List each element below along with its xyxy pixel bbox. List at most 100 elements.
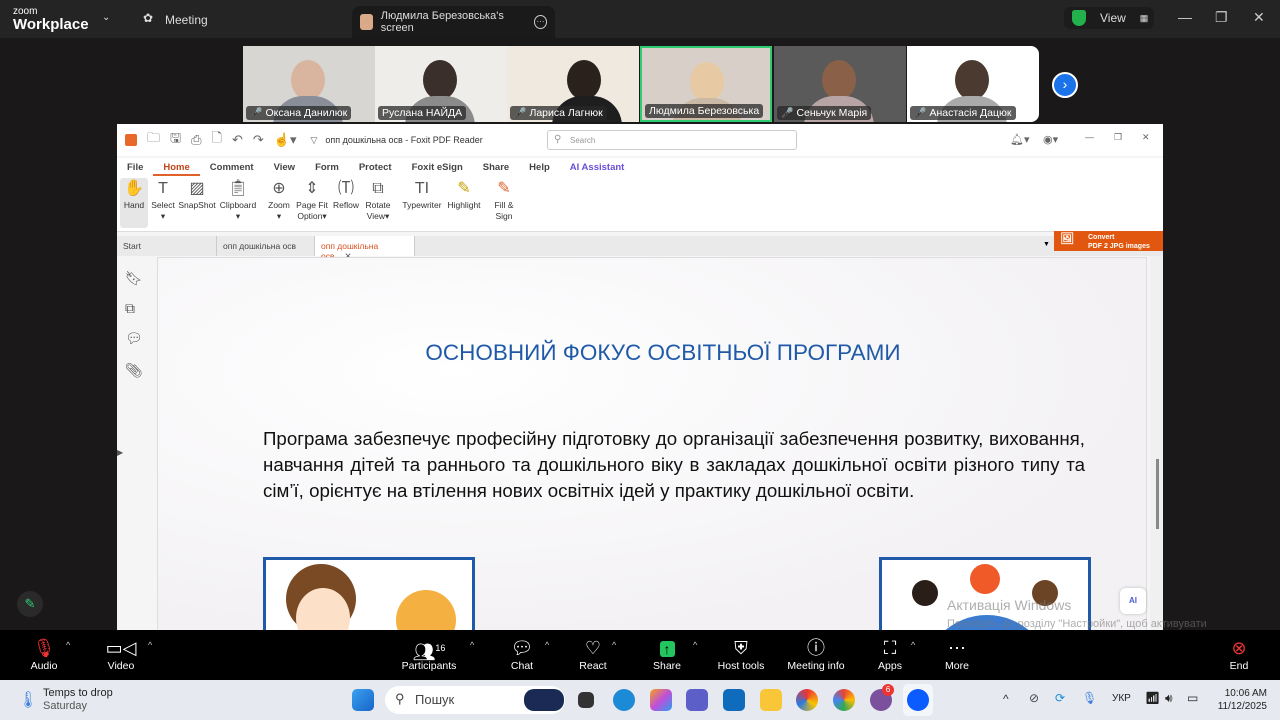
bell-icon[interactable]: 🔔︎▾ <box>1010 133 1030 146</box>
view-button[interactable]: View ▦ <box>1064 7 1154 29</box>
undo-icon[interactable]: ↶ <box>232 132 243 148</box>
audio-button[interactable]: 🎙︎ Audio <box>28 636 60 672</box>
snapshot-button[interactable]: ▨ SnapShot <box>178 178 216 211</box>
menu-file[interactable]: File <box>117 158 153 176</box>
account-icon[interactable]: ◉▾ <box>1043 133 1058 146</box>
save-icon[interactable]: 🖫 <box>170 129 181 151</box>
zoom-button[interactable]: ⊕ Zoom ▾ <box>265 178 293 222</box>
react-caret[interactable]: ^ <box>612 640 616 650</box>
foxit-minimize-button[interactable]: — <box>1085 132 1094 142</box>
annotate-pencil-icon[interactable]: ✎ <box>17 591 43 617</box>
minimize-button[interactable]: — <box>1178 9 1192 25</box>
participant-tile[interactable]: 🎤 Оксана Данилюк <box>243 46 375 122</box>
weather-widget[interactable]: Temps to drop Saturday <box>43 687 113 713</box>
share-caret[interactable]: ^ <box>693 640 697 650</box>
highlight-button[interactable]: ✎ Highlight <box>445 178 483 211</box>
task-view-icon[interactable] <box>578 692 594 708</box>
participant-tile[interactable]: 🎤 Анастасія Дацюк <box>907 46 1039 122</box>
end-meeting-button[interactable]: ⊗ End <box>1225 636 1253 672</box>
pages-icon[interactable]: ⧉ <box>125 300 135 317</box>
file-explorer-icon[interactable] <box>760 689 782 711</box>
apps-button[interactable]: ⛶ Apps <box>876 636 904 672</box>
sync-icon[interactable]: ⟳ <box>1055 691 1065 705</box>
rotate-view-button[interactable]: ⧉ Rotate View▾ <box>363 178 393 222</box>
mic-in-use-icon[interactable]: 🎙︎ <box>1082 691 1097 705</box>
teams-icon[interactable] <box>686 689 708 711</box>
clock[interactable]: 10:06 AM 11/12/2025 <box>1212 687 1267 713</box>
wifi-icon[interactable]: 📶︎ <box>1145 691 1160 705</box>
reflow-button[interactable]: 🄣 Reflow <box>331 178 361 211</box>
participants-caret[interactable]: ^ <box>470 640 474 650</box>
language-indicator[interactable]: УКР <box>1112 693 1131 704</box>
audio-options-caret[interactable]: ^ <box>66 640 70 650</box>
chat-caret[interactable]: ^ <box>545 640 549 650</box>
page-fit-option-button[interactable]: ⇕ Page Fit Option▾ <box>295 178 329 222</box>
menu-help[interactable]: Help <box>519 158 560 176</box>
participant-tile-active-speaker[interactable]: Людмила Березовська <box>640 46 772 122</box>
close-button[interactable]: ✕ <box>1253 9 1265 26</box>
attachment-icon[interactable]: 📎︎ <box>125 362 143 379</box>
menu-home[interactable]: Home <box>153 158 200 176</box>
menu-form[interactable]: Form <box>305 158 349 176</box>
react-button[interactable]: ♡ React <box>577 636 609 672</box>
search-highlight-icon[interactable] <box>524 689 564 711</box>
fill-sign-button[interactable]: ✎ Fill & Sign <box>489 178 519 222</box>
hand-tool-icon[interactable]: ☝▾ <box>274 132 297 148</box>
scrollbar-thumb[interactable] <box>1156 459 1159 529</box>
clipboard-button[interactable]: 📋︎ Clipboard ▾ <box>218 178 258 222</box>
dropdown-icon[interactable]: ▼ <box>1043 241 1050 248</box>
outlook-icon[interactable] <box>723 689 745 711</box>
more-button[interactable]: ⋯ More <box>942 636 972 672</box>
comments-icon[interactable]: 💬︎ <box>125 330 143 347</box>
video-button[interactable]: ▭◁ Video <box>105 636 137 672</box>
menu-share[interactable]: Share <box>473 158 519 176</box>
select-tool-button[interactable]: T Select ▾ <box>150 178 176 222</box>
convert-pdf-jpg-banner[interactable]: 🖼︎ Convert PDF 2 JPG images <box>1054 231 1163 251</box>
ai-assistant-headset-icon[interactable]: AI <box>1120 588 1146 614</box>
copilot-icon[interactable] <box>650 689 672 711</box>
typewriter-button[interactable]: TI Typewriter <box>400 178 444 211</box>
participant-tile[interactable]: Руслана НАЙДА <box>375 46 507 122</box>
foxit-close-button[interactable]: ✕ <box>1142 132 1150 143</box>
hand-tool-button[interactable]: ✋ Hand <box>120 178 148 228</box>
menu-foxit-esign[interactable]: Foxit eSign <box>402 158 473 176</box>
search-input[interactable]: ⚲ Search <box>547 130 797 150</box>
apps-caret[interactable]: ^ <box>911 640 915 650</box>
host-tools-button[interactable]: ⛨ Host tools <box>716 636 766 672</box>
tab-start[interactable]: Start <box>117 236 217 256</box>
customize-icon[interactable]: ▽ <box>310 135 317 146</box>
participant-tile[interactable]: 🎤 Лариса Лагнюк <box>507 46 639 122</box>
share-button[interactable]: ↑ Share <box>651 636 683 672</box>
next-page-button[interactable]: › <box>1052 72 1078 98</box>
tab-document-active[interactable]: опп дошкільна осв ✕ <box>315 236 415 261</box>
edge-icon[interactable] <box>613 689 635 711</box>
bookmark-icon[interactable]: 🔖︎ <box>125 270 143 287</box>
zoom-taskbar-icon[interactable] <box>907 689 929 711</box>
show-hidden-icons-chevron[interactable]: ^ <box>1003 692 1009 706</box>
restore-button[interactable]: ❐ <box>1215 9 1228 26</box>
menu-comment[interactable]: Comment <box>200 158 264 176</box>
chat-button[interactable]: 💬︎ Chat <box>508 636 536 672</box>
meeting-tab[interactable]: Meeting <box>165 13 208 27</box>
cloud-offline-icon[interactable]: ⊘ <box>1029 691 1039 705</box>
print-icon[interactable]: ⎙ <box>191 132 201 148</box>
meeting-info-button[interactable]: ⓘ Meeting info <box>783 636 849 672</box>
document-icon[interactable]: 🗋 <box>212 129 222 151</box>
foxit-restore-button[interactable]: ❐ <box>1114 132 1122 143</box>
menu-ai-assistant[interactable]: AI Assistant <box>560 158 635 176</box>
expand-panel-icon[interactable]: ▶ <box>117 448 123 457</box>
participants-button[interactable]: 👥︎16 Participants <box>400 636 458 672</box>
battery-icon[interactable]: ▭ <box>1187 691 1198 705</box>
volume-icon[interactable]: 🔊︎ <box>1165 691 1173 706</box>
vertical-scrollbar[interactable] <box>1150 256 1163 630</box>
chrome-icon[interactable] <box>833 689 855 711</box>
windows-start-icon[interactable] <box>352 689 374 711</box>
menu-protect[interactable]: Protect <box>349 158 402 176</box>
video-options-caret[interactable]: ^ <box>148 640 152 650</box>
open-icon[interactable]: 🗀 <box>147 129 160 151</box>
redo-icon[interactable]: ↷ <box>253 132 264 148</box>
tab-document[interactable]: опп дошкільна осв <box>217 236 315 256</box>
browser-icon[interactable] <box>796 689 818 711</box>
chevron-down-icon[interactable]: ⌄ <box>102 12 110 23</box>
menu-view[interactable]: View <box>264 158 305 176</box>
